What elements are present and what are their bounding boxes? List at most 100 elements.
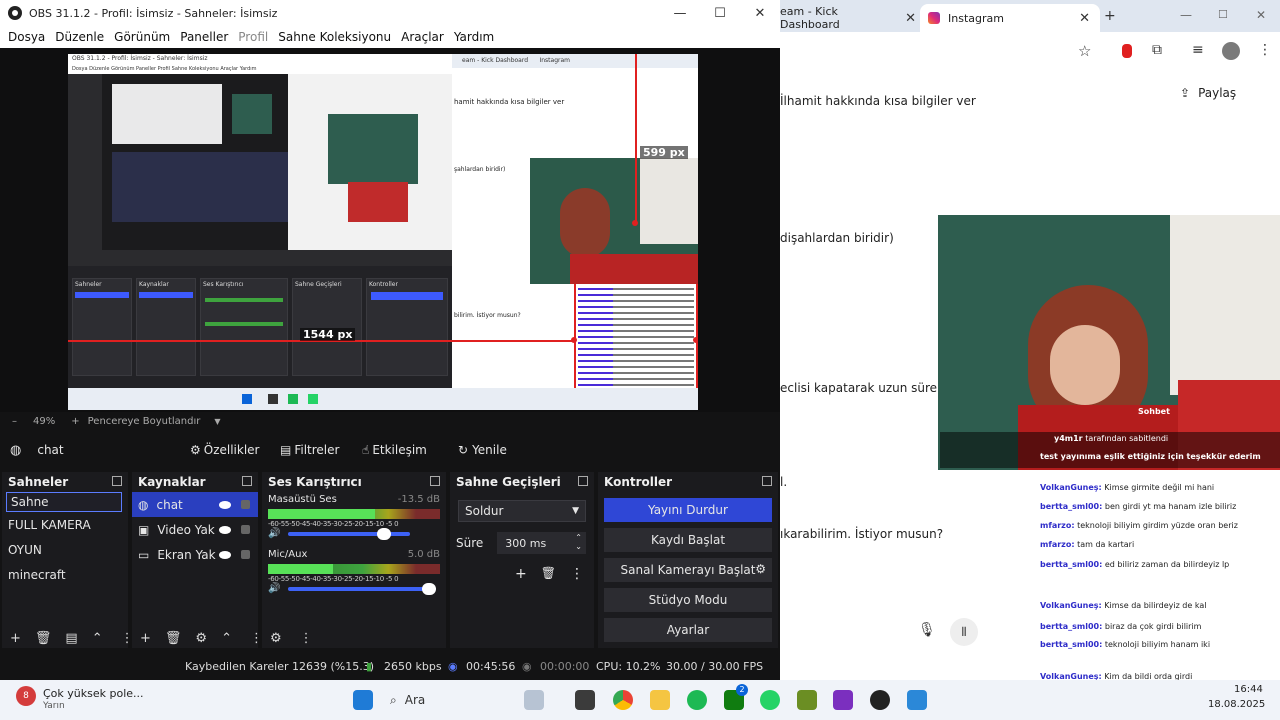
stepper-icon[interactable]: ⌃ ⌄ [575,533,582,551]
clock-date[interactable]: 18.08.2025 [1208,699,1265,710]
clock-time[interactable]: 16:44 [1234,684,1263,695]
minimize-button[interactable]: — [1180,8,1192,22]
extension-icon[interactable] [1122,44,1132,58]
preview-area[interactable]: OBS 31.1.2 - Profil: İsimsiz - Sahneler:… [0,48,780,412]
notification-badge[interactable]: 8 [16,686,36,706]
microphone-icon[interactable]: 🎙 [918,622,936,638]
whatsapp-icon[interactable] [760,690,780,710]
folder-icon[interactable] [650,690,670,710]
new-tab-icon[interactable]: + [1104,8,1116,24]
interact-button[interactable]: ☝ Etkileşim [362,439,427,461]
close-button[interactable]: ✕ [740,6,780,21]
menu-edit[interactable]: Düzenle [51,30,108,44]
menu-docks[interactable]: Paneller [176,30,232,44]
xbox-icon[interactable]: 2 [724,684,748,710]
lock-icon[interactable] [241,525,250,534]
app-icon[interactable] [833,690,853,710]
notification-title[interactable]: Çok yüksek pole... [43,687,144,700]
source-item[interactable]: ◍ chat [132,492,258,517]
zoom-mode[interactable]: Pencereye Boyutlandır [88,416,201,427]
scene-item[interactable]: minecraft [2,562,128,587]
duration-input[interactable]: 300 ms ⌃ ⌄ [497,532,586,554]
source-item[interactable]: ▭ Ekran Yak [132,542,258,567]
filters-button[interactable]: ▤ Filtreler [280,439,339,461]
eye-icon[interactable] [219,550,231,559]
resize-handle[interactable] [632,220,638,226]
share-button[interactable]: ⇪ Paylaş [1180,86,1236,100]
lock-icon[interactable] [241,550,250,559]
studio-mode-button[interactable]: Stüdyo Modu [604,588,772,612]
app-icon[interactable] [907,690,927,710]
dock-float-icon[interactable] [578,476,588,486]
zoom-dropdown-icon[interactable]: ▼ [214,417,220,426]
dock-float-icon[interactable] [112,476,122,486]
menu-profile[interactable]: Profil [234,30,272,44]
resize-handle[interactable] [571,337,577,343]
more-icon[interactable]: ⋮ [300,631,313,646]
preview-webcam[interactable] [530,158,698,284]
close-icon[interactable]: ✕ [905,11,916,26]
transition-select[interactable]: Soldur ▼ [458,500,586,522]
chrome-icon[interactable] [613,690,633,710]
windows-start-icon[interactable] [353,690,373,710]
add-icon[interactable]: + [140,631,151,646]
trash-icon[interactable]: 🗑 [35,631,52,646]
chevron-up-icon[interactable]: ⌃ [221,631,232,646]
zoom-in-icon[interactable]: + [71,416,79,427]
filter-icon[interactable]: ▤ [65,631,77,646]
add-icon[interactable]: + [515,566,527,582]
maximize-button[interactable]: ☐ [1218,8,1228,21]
speaker-icon[interactable]: 🔊 [268,583,280,594]
add-icon[interactable]: + [10,631,21,646]
preview-canvas[interactable]: OBS 31.1.2 - Profil: İsimsiz - Sahneler:… [68,54,698,410]
properties-button[interactable]: ⚙ Özellikler [190,439,260,461]
volume-slider[interactable] [288,527,410,540]
tab-kick-dashboard[interactable]: eam - Kick Dashboard ✕ [780,4,916,32]
eye-icon[interactable] [219,500,231,509]
stop-streaming-button[interactable]: Yayını Durdur [604,498,772,522]
scene-item[interactable]: OYUN [2,537,128,562]
tab-instagram[interactable]: Instagram ✕ [920,4,1100,32]
more-icon[interactable]: ⋮ [1258,42,1272,58]
start-virtual-camera-button[interactable]: Sanal Kamerayı Başlat ⚙ [604,558,772,582]
maximize-button[interactable]: ☐ [700,6,740,21]
minimize-button[interactable]: — [660,6,700,21]
file-icon[interactable] [575,690,595,710]
dock-float-icon[interactable] [762,476,772,486]
app-icon[interactable] [524,690,544,710]
scene-item[interactable]: Sahne [6,492,122,512]
menu-tools[interactable]: Araçlar [397,30,448,44]
zoom-percent[interactable]: 49% [33,416,55,427]
lock-icon[interactable] [241,500,250,509]
voice-icon[interactable]: ⦀ [950,618,978,646]
minecraft-icon[interactable] [797,690,817,710]
chevron-up-icon[interactable]: ⌃ [92,631,103,646]
eye-icon[interactable] [219,525,231,534]
gear-icon[interactable]: ⚙ [195,631,207,646]
spotify-icon[interactable] [687,690,707,710]
menu-scene-collection[interactable]: Sahne Koleksiyonu [274,30,395,44]
close-button[interactable]: ✕ [1256,8,1266,22]
start-recording-button[interactable]: Kaydı Başlat [604,528,772,552]
taskbar-search[interactable]: ⌕ Ara [384,686,512,714]
gear-icon[interactable]: ⚙ [270,631,282,646]
menu-view[interactable]: Görünüm [110,30,174,44]
menu-help[interactable]: Yardım [450,30,498,44]
source-item[interactable]: ▣ Video Yak [132,517,258,542]
refresh-button[interactable]: ↻ Yenile [458,439,507,461]
menu-file[interactable]: Dosya [4,30,49,44]
more-icon[interactable]: ⋮ [570,566,584,582]
gear-icon[interactable]: ⚙ [755,562,766,576]
close-icon[interactable]: ✕ [1079,11,1090,26]
speaker-icon[interactable]: 🔊 [268,528,280,539]
puzzle-icon[interactable]: ⧉ [1152,42,1162,58]
settings-button[interactable]: Ayarlar [604,618,772,642]
obs-icon[interactable] [870,690,890,710]
scene-item[interactable]: FULL KAMERA [2,512,128,537]
resize-handle[interactable] [693,337,698,343]
avatar[interactable] [1222,42,1240,60]
trash-icon[interactable]: 🗑 [541,566,556,582]
dock-float-icon[interactable] [242,476,252,486]
dock-float-icon[interactable] [430,476,440,486]
volume-slider[interactable] [288,582,436,595]
